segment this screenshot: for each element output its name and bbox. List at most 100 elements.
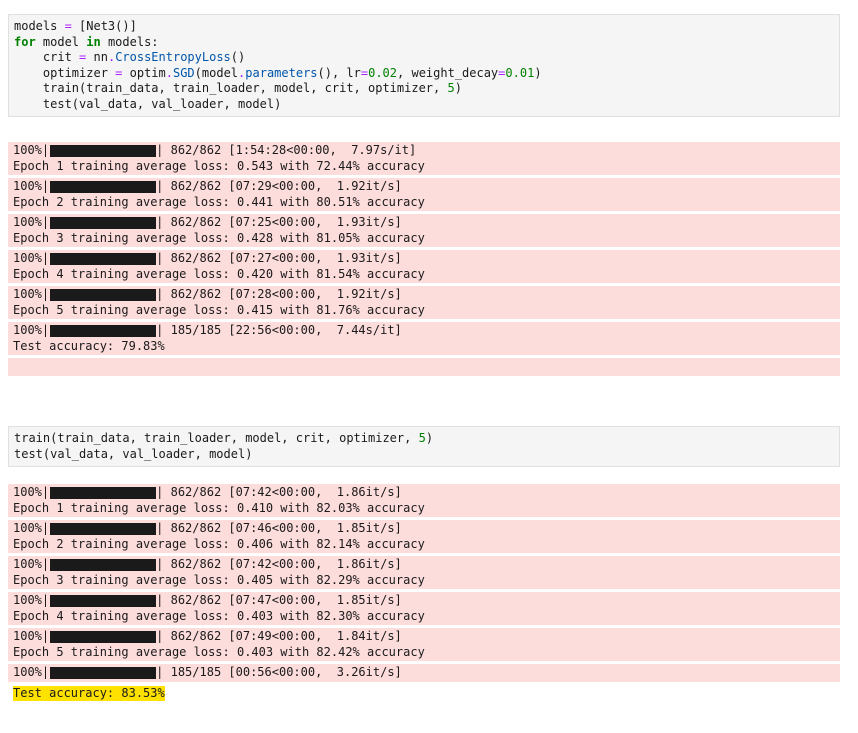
progress-stats: 862/862 [07:27<00:00, 1.93it/s] [170, 251, 402, 265]
progress-line: 100% | | 862/862 [07:42<00:00, 1.86it/s] [13, 557, 835, 573]
progress-stats: 862/862 [07:47<00:00, 1.85it/s] [170, 593, 402, 607]
progress-bar-right-edge: | [156, 521, 171, 535]
code-token: train(train_data, train_loader, model, c… [14, 81, 448, 95]
progress-bar-right-edge: | [156, 557, 171, 571]
result-line: Epoch 3 training average loss: 0.428 wit… [13, 231, 835, 247]
code-token: nn [86, 50, 108, 64]
epoch-summary-text: Epoch 5 training average loss: 0.403 wit… [13, 644, 425, 659]
progress-bar [50, 144, 157, 157]
progress-bar-left-edge: | [41, 629, 50, 643]
progress-bar [50, 594, 157, 607]
progress-output-block: 100% | | 862/862 [07:28<00:00, 1.92it/s] Ep… [8, 286, 840, 319]
code-cell-2-input[interactable]: train(train_data, train_loader, model, c… [8, 426, 840, 467]
epoch-summary-text: Epoch 2 training average loss: 0.441 wit… [13, 194, 425, 209]
progress-line: 100% | | 862/862 [07:28<00:00, 1.92it/s] [13, 287, 835, 303]
epoch-summary-text: Epoch 1 training average loss: 0.543 wit… [13, 158, 425, 173]
code-cell-2-output: 100% | | 862/862 [07:42<00:00, 1.86it/s] Ep… [8, 484, 840, 702]
code-token: crit [14, 50, 80, 64]
code-token: = [64, 19, 72, 33]
code-token: optimizer [14, 65, 116, 80]
progress-percent: 100% [13, 593, 42, 607]
progress-stats: 185/185 [22:56<00:00, 7.44s/it] [170, 323, 402, 337]
final-result: Test accuracy: 83.53% [8, 685, 840, 703]
epoch-summary-text: Epoch 3 training average loss: 0.405 wit… [13, 572, 425, 587]
code-token: , weight_decay [397, 65, 499, 80]
progress-output-block: 100% | | 862/862 [07:25<00:00, 1.93it/s] Ep… [8, 214, 840, 247]
progress-stats: 862/862 [07:49<00:00, 1.84it/s] [170, 629, 402, 643]
epoch-summary-text: Epoch 5 training average loss: 0.415 wit… [13, 302, 425, 317]
result-line: Epoch 2 training average loss: 0.441 wit… [13, 195, 835, 211]
code-line: optimizer = optim.SGD(model.parameters()… [14, 66, 834, 82]
progress-percent: 100% [13, 179, 42, 193]
progress-output-block: 100% | | 862/862 [07:42<00:00, 1.86it/s] Ep… [8, 556, 840, 589]
progress-percent: 100% [13, 629, 42, 643]
progress-percent: 100% [13, 215, 42, 229]
code-token: models: [100, 34, 159, 49]
result-line: Epoch 1 training average loss: 0.410 wit… [13, 501, 835, 517]
result-line: Epoch 5 training average loss: 0.403 wit… [13, 645, 835, 661]
progress-stats: 862/862 [07:46<00:00, 1.85it/s] [170, 521, 402, 535]
progress-percent: 100% [13, 521, 42, 535]
progress-bar-right-edge: | [156, 629, 171, 643]
progress-output-block: 100% | | 862/862 [07:47<00:00, 1.85it/s] Ep… [8, 592, 840, 625]
code-token: CrossEntropyLoss [115, 50, 231, 64]
epoch-summary-text: Epoch 4 training average loss: 0.403 wit… [13, 608, 425, 623]
code-token: 0.01 [505, 65, 535, 80]
epoch-summary-text: Epoch 2 training average loss: 0.406 wit… [13, 536, 425, 551]
code-token: ) [454, 81, 462, 95]
progress-bar [50, 252, 157, 265]
progress-output-block: 100% | | 862/862 [07:46<00:00, 1.85it/s] Ep… [8, 520, 840, 553]
progress-line: 100% | | 185/185 [00:56<00:00, 3.26it/s] [13, 665, 835, 681]
code-line: crit = nn.CrossEntropyLoss() [14, 50, 834, 66]
code-token: models [14, 19, 65, 33]
progress-bar-right-edge: | [156, 287, 171, 301]
progress-output-block: 100% | | 185/185 [00:56<00:00, 3.26it/s] [8, 664, 840, 682]
result-line: Epoch 4 training average loss: 0.403 wit… [13, 609, 835, 625]
progress-bar [50, 486, 157, 499]
progress-stats: 862/862 [07:42<00:00, 1.86it/s] [170, 557, 402, 571]
result-line: Epoch 1 training average loss: 0.543 wit… [13, 159, 835, 175]
progress-stats: 862/862 [1:54:28<00:00, 7.97s/it] [170, 143, 417, 157]
progress-bar-right-edge: | [156, 485, 171, 499]
progress-bar [50, 288, 157, 301]
code-line: train(train_data, train_loader, model, c… [14, 431, 834, 447]
progress-bar [50, 180, 157, 193]
code-cell-1-input[interactable]: models = [Net3()] for model in models: cr… [8, 14, 840, 117]
code-token: in [86, 34, 101, 49]
result-line: Epoch 2 training average loss: 0.406 wit… [13, 537, 835, 553]
result-line: Epoch 5 training average loss: 0.415 wit… [13, 303, 835, 319]
code-token: 5 [418, 431, 426, 445]
test-accuracy-text: Test accuracy: 83.53% [13, 685, 165, 701]
code-token: test(val_data, val_loader, model) [14, 96, 282, 111]
progress-percent: 100% [13, 143, 42, 157]
progress-bar-left-edge: | [41, 485, 50, 499]
code-token: optim [122, 65, 166, 80]
code-token: model [35, 34, 87, 49]
code-cell-1-output: 100% | | 862/862 [1:54:28<00:00, 7.97s/it]… [8, 142, 840, 376]
code-line: train(train_data, train_loader, model, c… [14, 81, 834, 97]
progress-bar-right-edge: | [156, 179, 171, 193]
progress-stats: 862/862 [07:28<00:00, 1.92it/s] [170, 287, 402, 301]
progress-percent: 100% [13, 251, 42, 265]
code-token: test(val_data, val_loader, model) [14, 446, 253, 461]
progress-output-block: 100% | | 862/862 [07:49<00:00, 1.84it/s] Ep… [8, 628, 840, 661]
progress-bar-right-edge: | [156, 251, 171, 265]
progress-bar-right-edge: | [156, 593, 171, 607]
output-stderr-spacer [8, 358, 840, 376]
code-token: 0.02 [368, 65, 398, 80]
progress-bar-left-edge: | [41, 521, 50, 535]
result-line: Test accuracy: 79.83% [13, 339, 835, 355]
result-line: Epoch 3 training average loss: 0.405 wit… [13, 573, 835, 589]
progress-stats: 862/862 [07:42<00:00, 1.86it/s] [170, 485, 402, 499]
progress-line: 100% | | 185/185 [22:56<00:00, 7.44s/it] [13, 323, 835, 339]
progress-stats: 862/862 [07:25<00:00, 1.93it/s] [170, 215, 402, 229]
progress-line: 100% | | 862/862 [07:46<00:00, 1.85it/s] [13, 521, 835, 537]
test-accuracy-text: Test accuracy: 79.83% [13, 338, 165, 353]
progress-bar-left-edge: | [41, 215, 50, 229]
progress-line: 100% | | 862/862 [07:25<00:00, 1.93it/s] [13, 215, 835, 231]
progress-percent: 100% [13, 557, 42, 571]
progress-bar-left-edge: | [41, 251, 50, 265]
code-line: test(val_data, val_loader, model) [14, 447, 834, 463]
code-token: train(train_data, train_loader, model, c… [14, 431, 419, 445]
code-token: SGD [172, 65, 195, 80]
